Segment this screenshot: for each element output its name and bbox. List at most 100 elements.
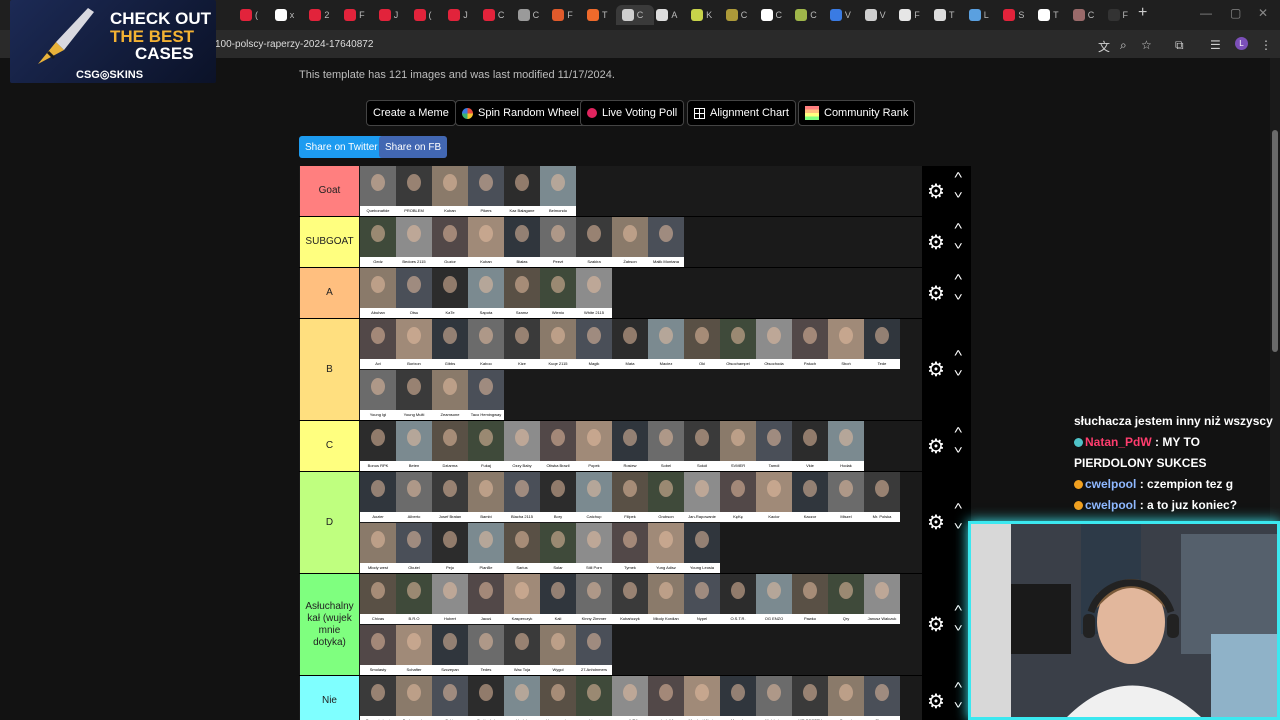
- browser-tab[interactable]: C: [755, 5, 793, 25]
- rapper-tile[interactable]: Kuban: [432, 166, 468, 216]
- move-tier-up-icon[interactable]: ˄: [954, 348, 963, 360]
- rapper-tile[interactable]: Alberto: [396, 472, 432, 522]
- rapper-tile[interactable]: Kasperczyk: [504, 574, 540, 624]
- bookmark-star-icon[interactable]: ☆: [1141, 38, 1152, 52]
- rapper-tile[interactable]: Kaczor: [792, 472, 828, 522]
- rapper-tile[interactable]: Otsu: [396, 268, 432, 318]
- browser-menu-icon[interactable]: ⋮: [1260, 38, 1272, 52]
- rapper-tile[interactable]: Hubert: [432, 574, 468, 624]
- rapper-tile[interactable]: PlanBe: [468, 523, 504, 573]
- rapper-tile[interactable]: Borixon: [396, 319, 432, 369]
- rapper-tile[interactable]: Tymek: [612, 523, 648, 573]
- rapper-tile[interactable]: Bonus RPK: [360, 421, 396, 471]
- extensions-icon[interactable]: ⧉: [1175, 38, 1184, 53]
- rapper-tile[interactable]: Maciez: [648, 319, 684, 369]
- spin-wheel-button[interactable]: Spin Random Wheel: [455, 100, 586, 126]
- browser-tab[interactable]: V: [824, 5, 862, 25]
- rapper-tile[interactable]: Pikers: [468, 166, 504, 216]
- rapper-tile[interactable]: Young Leosia: [684, 523, 720, 573]
- rapper-tile[interactable]: Wienio: [540, 268, 576, 318]
- rapper-tile[interactable]: Chivas: [360, 574, 396, 624]
- browser-tab[interactable]: C: [477, 5, 515, 25]
- chat-username[interactable]: cwelpool: [1085, 498, 1136, 512]
- tier-label[interactable]: Goat: [300, 166, 359, 216]
- rapper-tile[interactable]: Bedoes 2115: [396, 217, 432, 267]
- browser-tab[interactable]: C: [615, 5, 654, 25]
- rapper-tile[interactable]: Skowra: [864, 676, 900, 720]
- rapper-tile[interactable]: Avi: [360, 319, 396, 369]
- url-text[interactable]: 100-polscy-raperzy-2024-17640872: [215, 39, 373, 50]
- tier-settings-gear-icon[interactable]: ⚙: [927, 689, 945, 714]
- rapper-tile[interactable]: PROBLEM: [396, 166, 432, 216]
- move-tier-down-icon[interactable]: ˅: [954, 190, 963, 202]
- rapper-tile[interactable]: Miszel: [828, 472, 864, 522]
- browser-tab[interactable]: A: [650, 5, 688, 25]
- rapper-tile[interactable]: Kuban: [468, 217, 504, 267]
- tier-label[interactable]: Asłuchalny kał (wujek mnie dotyka): [300, 574, 359, 675]
- rapper-tile[interactable]: Sboń: [828, 319, 864, 369]
- rapper-tile[interactable]: Schafter: [396, 625, 432, 675]
- rapper-tile[interactable]: Sapota: [468, 268, 504, 318]
- tier-label[interactable]: Nie: [300, 676, 359, 720]
- move-tier-up-icon[interactable]: ˄: [954, 425, 963, 437]
- rapper-tile[interactable]: Qry: [828, 574, 864, 624]
- move-tier-up-icon[interactable]: ˄: [954, 603, 963, 615]
- rapper-tile[interactable]: Smolasty: [360, 625, 396, 675]
- tier-label[interactable]: D: [300, 472, 359, 573]
- tier-settings-gear-icon[interactable]: ⚙: [927, 281, 945, 306]
- rapper-tile[interactable]: Sobel: [648, 421, 684, 471]
- browser-tab[interactable]: V: [859, 5, 897, 25]
- rapper-tile[interactable]: Guzior: [432, 217, 468, 267]
- rapper-tile[interactable]: Blacha 2115: [504, 472, 540, 522]
- rapper-tile[interactable]: Szamz: [504, 268, 540, 318]
- browser-tab[interactable]: S: [997, 5, 1035, 25]
- rapper-tile[interactable]: Pawko: [792, 574, 828, 624]
- rapper-tile[interactable]: Jacuś: [468, 574, 504, 624]
- rapper-tile[interactable]: Wac Toja: [504, 625, 540, 675]
- rapper-tile[interactable]: Paluch: [792, 319, 828, 369]
- rapper-tile[interactable]: Peezt: [540, 217, 576, 267]
- page-scrollbar-thumb[interactable]: [1272, 130, 1278, 352]
- rapper-tile[interactable]: Vkie: [792, 421, 828, 471]
- rapper-tile[interactable]: Still Porn: [576, 523, 612, 573]
- profile-avatar[interactable]: L: [1235, 37, 1248, 50]
- chat-username[interactable]: cwelpool: [1085, 477, 1136, 491]
- rapper-tile[interactable]: Magik: [576, 319, 612, 369]
- rapper-tile[interactable]: Abuhan: [360, 268, 396, 318]
- rapper-tile[interactable]: Dziarma: [432, 421, 468, 471]
- move-tier-up-icon[interactable]: ˄: [954, 680, 963, 692]
- rapper-tile[interactable]: White 2115: [576, 268, 612, 318]
- rapper-tile[interactable]: Białas: [504, 217, 540, 267]
- tier-settings-gear-icon[interactable]: ⚙: [927, 230, 945, 255]
- rapper-tile[interactable]: KIP SCOTTY: [792, 676, 828, 720]
- zoom-icon[interactable]: ⌕: [1120, 38, 1127, 53]
- browser-tab[interactable]: (: [408, 5, 446, 25]
- rapper-tile[interactable]: Taco Hemingway: [468, 370, 504, 420]
- move-tier-down-icon[interactable]: ˅: [954, 445, 963, 457]
- minimize-icon[interactable]: —: [1200, 6, 1212, 20]
- rapper-tile[interactable]: Mata: [612, 319, 648, 369]
- browser-tab[interactable]: T: [1032, 5, 1070, 25]
- tier-settings-gear-icon[interactable]: ⚙: [927, 510, 945, 535]
- chat-username[interactable]: Natan_PdW: [1085, 435, 1152, 449]
- rapper-tile[interactable]: mlodyAA: [648, 676, 684, 720]
- rapper-tile[interactable]: Kali: [540, 574, 576, 624]
- rapper-tile[interactable]: Żabson: [612, 217, 648, 267]
- rapper-tile[interactable]: Quebonafide: [360, 166, 396, 216]
- rapper-tile[interactable]: Oliwka Brazil: [540, 421, 576, 471]
- move-tier-down-icon[interactable]: ˅: [954, 368, 963, 380]
- rapper-tile[interactable]: Mełchator: [756, 676, 792, 720]
- rapper-tile[interactable]: Mesdeyi Wasiu: [684, 676, 720, 720]
- browser-tab[interactable]: C: [720, 5, 758, 25]
- create-meme-button[interactable]: Create a Meme: [366, 100, 456, 126]
- rapper-tile[interactable]: Aozier: [360, 472, 396, 522]
- rapper-tile[interactable]: Bonus kebsai: [360, 676, 396, 720]
- rapper-tile[interactable]: Sokół: [684, 421, 720, 471]
- browser-tab[interactable]: F: [546, 5, 584, 25]
- live-poll-button[interactable]: Live Voting Poll: [580, 100, 685, 126]
- rapper-tile[interactable]: 27.Anhdnmers: [576, 625, 612, 675]
- browser-tab[interactable]: 2: [303, 5, 341, 25]
- rapper-tile[interactable]: Bedoesgabe: [396, 676, 432, 720]
- browser-tab[interactable]: T: [928, 5, 966, 25]
- rapper-tile[interactable]: Szczepan: [432, 625, 468, 675]
